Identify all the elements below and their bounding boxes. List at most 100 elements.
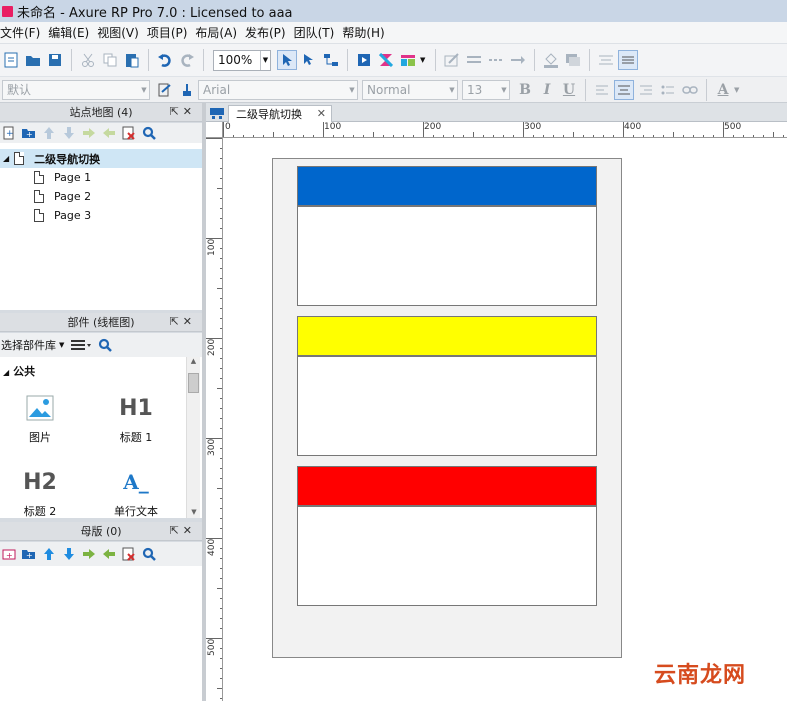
chevron-down-icon[interactable]: ▼ bbox=[59, 341, 64, 349]
widget-heading-2[interactable]: H2 标题 2 bbox=[10, 467, 70, 519]
menu-project[interactable]: 项目(P) bbox=[147, 24, 194, 41]
cut-icon[interactable] bbox=[78, 50, 98, 70]
scroll-up-icon[interactable]: ▲ bbox=[187, 357, 200, 365]
sitemap-page-3[interactable]: Page 3 bbox=[34, 206, 91, 225]
add-folder-icon[interactable]: + bbox=[21, 547, 36, 562]
font-size-select[interactable]: 13 ▼ bbox=[462, 79, 510, 100]
panel-controls[interactable]: ⇱✕ bbox=[170, 315, 196, 328]
menu-view[interactable]: 视图(V) bbox=[97, 24, 145, 41]
scroll-down-icon[interactable]: ▼ bbox=[187, 508, 201, 516]
outdent-icon[interactable] bbox=[101, 547, 116, 562]
open-folder-icon[interactable] bbox=[23, 50, 43, 70]
chevron-down-icon[interactable]: ▼ bbox=[420, 56, 425, 64]
redo-icon[interactable] bbox=[177, 50, 197, 70]
shadow-icon[interactable] bbox=[563, 50, 583, 70]
widget-group-header[interactable]: ◢ 公共 bbox=[3, 363, 35, 379]
edit-style-icon[interactable] bbox=[442, 50, 462, 70]
search-icon[interactable] bbox=[97, 338, 112, 353]
save-icon[interactable] bbox=[45, 50, 65, 70]
widgets-scrollbar[interactable]: ▲ ▼ bbox=[186, 357, 200, 518]
sitemap-page-2[interactable]: Page 2 bbox=[34, 187, 91, 206]
line-pattern-icon[interactable] bbox=[486, 50, 506, 70]
panel-controls[interactable]: ⇱✕ bbox=[170, 105, 196, 118]
widget-text-field[interactable]: A_ 单行文本 bbox=[106, 467, 166, 519]
arrow-style-icon[interactable] bbox=[508, 50, 528, 70]
add-folder-icon[interactable]: + bbox=[21, 126, 36, 141]
chevron-down-icon[interactable]: ▼ bbox=[260, 50, 270, 70]
dynamic-panel-frame[interactable] bbox=[272, 158, 622, 658]
sitemap-toggle-icon[interactable] bbox=[209, 107, 225, 122]
move-down-icon[interactable] bbox=[61, 547, 76, 562]
tab-current-page[interactable]: 二级导航切换 ✕ bbox=[228, 105, 332, 122]
menu-layout[interactable]: 布局(A) bbox=[195, 24, 243, 41]
font-color-icon[interactable]: A bbox=[712, 82, 734, 98]
select-contained-icon[interactable] bbox=[299, 50, 319, 70]
library-select[interactable]: 选择部件库 bbox=[1, 337, 56, 353]
menu-help[interactable]: 帮助(H) bbox=[342, 24, 390, 41]
menu-team[interactable]: 团队(T) bbox=[294, 24, 341, 41]
close-icon[interactable]: ✕ bbox=[317, 107, 326, 120]
new-file-icon[interactable] bbox=[1, 50, 21, 70]
undo-icon[interactable] bbox=[155, 50, 175, 70]
underline-icon[interactable]: U bbox=[558, 82, 580, 98]
menu-publish[interactable]: 发布(P) bbox=[245, 24, 292, 41]
indent-icon[interactable] bbox=[81, 547, 96, 562]
distribute-icon[interactable] bbox=[618, 50, 639, 70]
move-down-icon[interactable] bbox=[61, 126, 76, 141]
chevron-down-icon[interactable]: ▼ bbox=[734, 86, 739, 94]
share-icon[interactable] bbox=[376, 50, 396, 70]
bold-icon[interactable]: B bbox=[514, 82, 536, 98]
menu-file[interactable]: 文件(F) bbox=[0, 24, 46, 41]
font-weight-select[interactable]: Normal ▼ bbox=[362, 79, 458, 100]
nav-bar-red[interactable] bbox=[297, 466, 597, 506]
align-left-icon[interactable] bbox=[592, 80, 612, 100]
chevron-down-icon[interactable]: ▼ bbox=[447, 86, 457, 94]
chevron-down-icon[interactable]: ▼ bbox=[499, 86, 509, 94]
italic-icon[interactable]: I bbox=[536, 82, 558, 98]
align-right-icon[interactable] bbox=[636, 80, 656, 100]
collapse-icon[interactable]: ◢ bbox=[3, 154, 9, 163]
delete-page-icon[interactable] bbox=[121, 126, 136, 141]
chevron-down-icon[interactable]: ▼ bbox=[139, 86, 149, 94]
nav-content-panel[interactable] bbox=[297, 356, 597, 456]
delete-master-icon[interactable] bbox=[121, 547, 136, 562]
preview-icon[interactable] bbox=[354, 50, 374, 70]
align-icon[interactable] bbox=[596, 50, 616, 70]
select-intersected-icon[interactable] bbox=[277, 50, 297, 70]
brush-icon[interactable] bbox=[177, 80, 197, 100]
widget-heading-1[interactable]: H1 标题 1 bbox=[106, 393, 166, 445]
format-painter-icon[interactable] bbox=[155, 80, 175, 100]
outdent-icon[interactable] bbox=[101, 126, 116, 141]
add-master-icon[interactable]: + bbox=[1, 547, 16, 562]
zoom-select[interactable]: 100% ▼ bbox=[213, 49, 271, 71]
sitemap-page-1[interactable]: Page 1 bbox=[34, 168, 91, 187]
nav-content-panel[interactable] bbox=[297, 506, 597, 606]
fill-color-icon[interactable] bbox=[541, 50, 561, 70]
indent-icon[interactable] bbox=[81, 126, 96, 141]
paste-icon[interactable] bbox=[122, 50, 142, 70]
move-up-icon[interactable] bbox=[41, 126, 56, 141]
font-family-select[interactable]: Arial ▼ bbox=[198, 79, 358, 100]
nav-bar-blue[interactable] bbox=[297, 166, 597, 206]
design-canvas[interactable] bbox=[223, 138, 787, 701]
nav-content-panel[interactable] bbox=[297, 206, 597, 306]
sitemap-page-root[interactable]: ◢ 二级导航切换 bbox=[0, 149, 202, 168]
align-center-icon[interactable] bbox=[614, 79, 634, 100]
collapse-icon[interactable]: ◢ bbox=[3, 368, 9, 377]
line-style-icon[interactable] bbox=[464, 50, 484, 70]
menu-icon[interactable] bbox=[70, 338, 92, 353]
copy-icon[interactable] bbox=[100, 50, 120, 70]
search-icon[interactable] bbox=[141, 547, 156, 562]
bullet-list-icon[interactable] bbox=[658, 80, 678, 100]
connector-icon[interactable] bbox=[321, 50, 341, 70]
widget-image[interactable]: 图片 bbox=[10, 393, 70, 445]
chevron-down-icon[interactable]: ▼ bbox=[347, 86, 357, 94]
publish-icon[interactable] bbox=[398, 50, 418, 70]
add-page-icon[interactable]: + bbox=[1, 126, 16, 141]
search-icon[interactable] bbox=[141, 126, 156, 141]
move-up-icon[interactable] bbox=[41, 547, 56, 562]
panel-controls[interactable]: ⇱✕ bbox=[170, 524, 196, 537]
nav-bar-yellow[interactable] bbox=[297, 316, 597, 356]
style-select[interactable]: 默认 ▼ bbox=[2, 79, 150, 100]
link-icon[interactable] bbox=[680, 80, 700, 100]
